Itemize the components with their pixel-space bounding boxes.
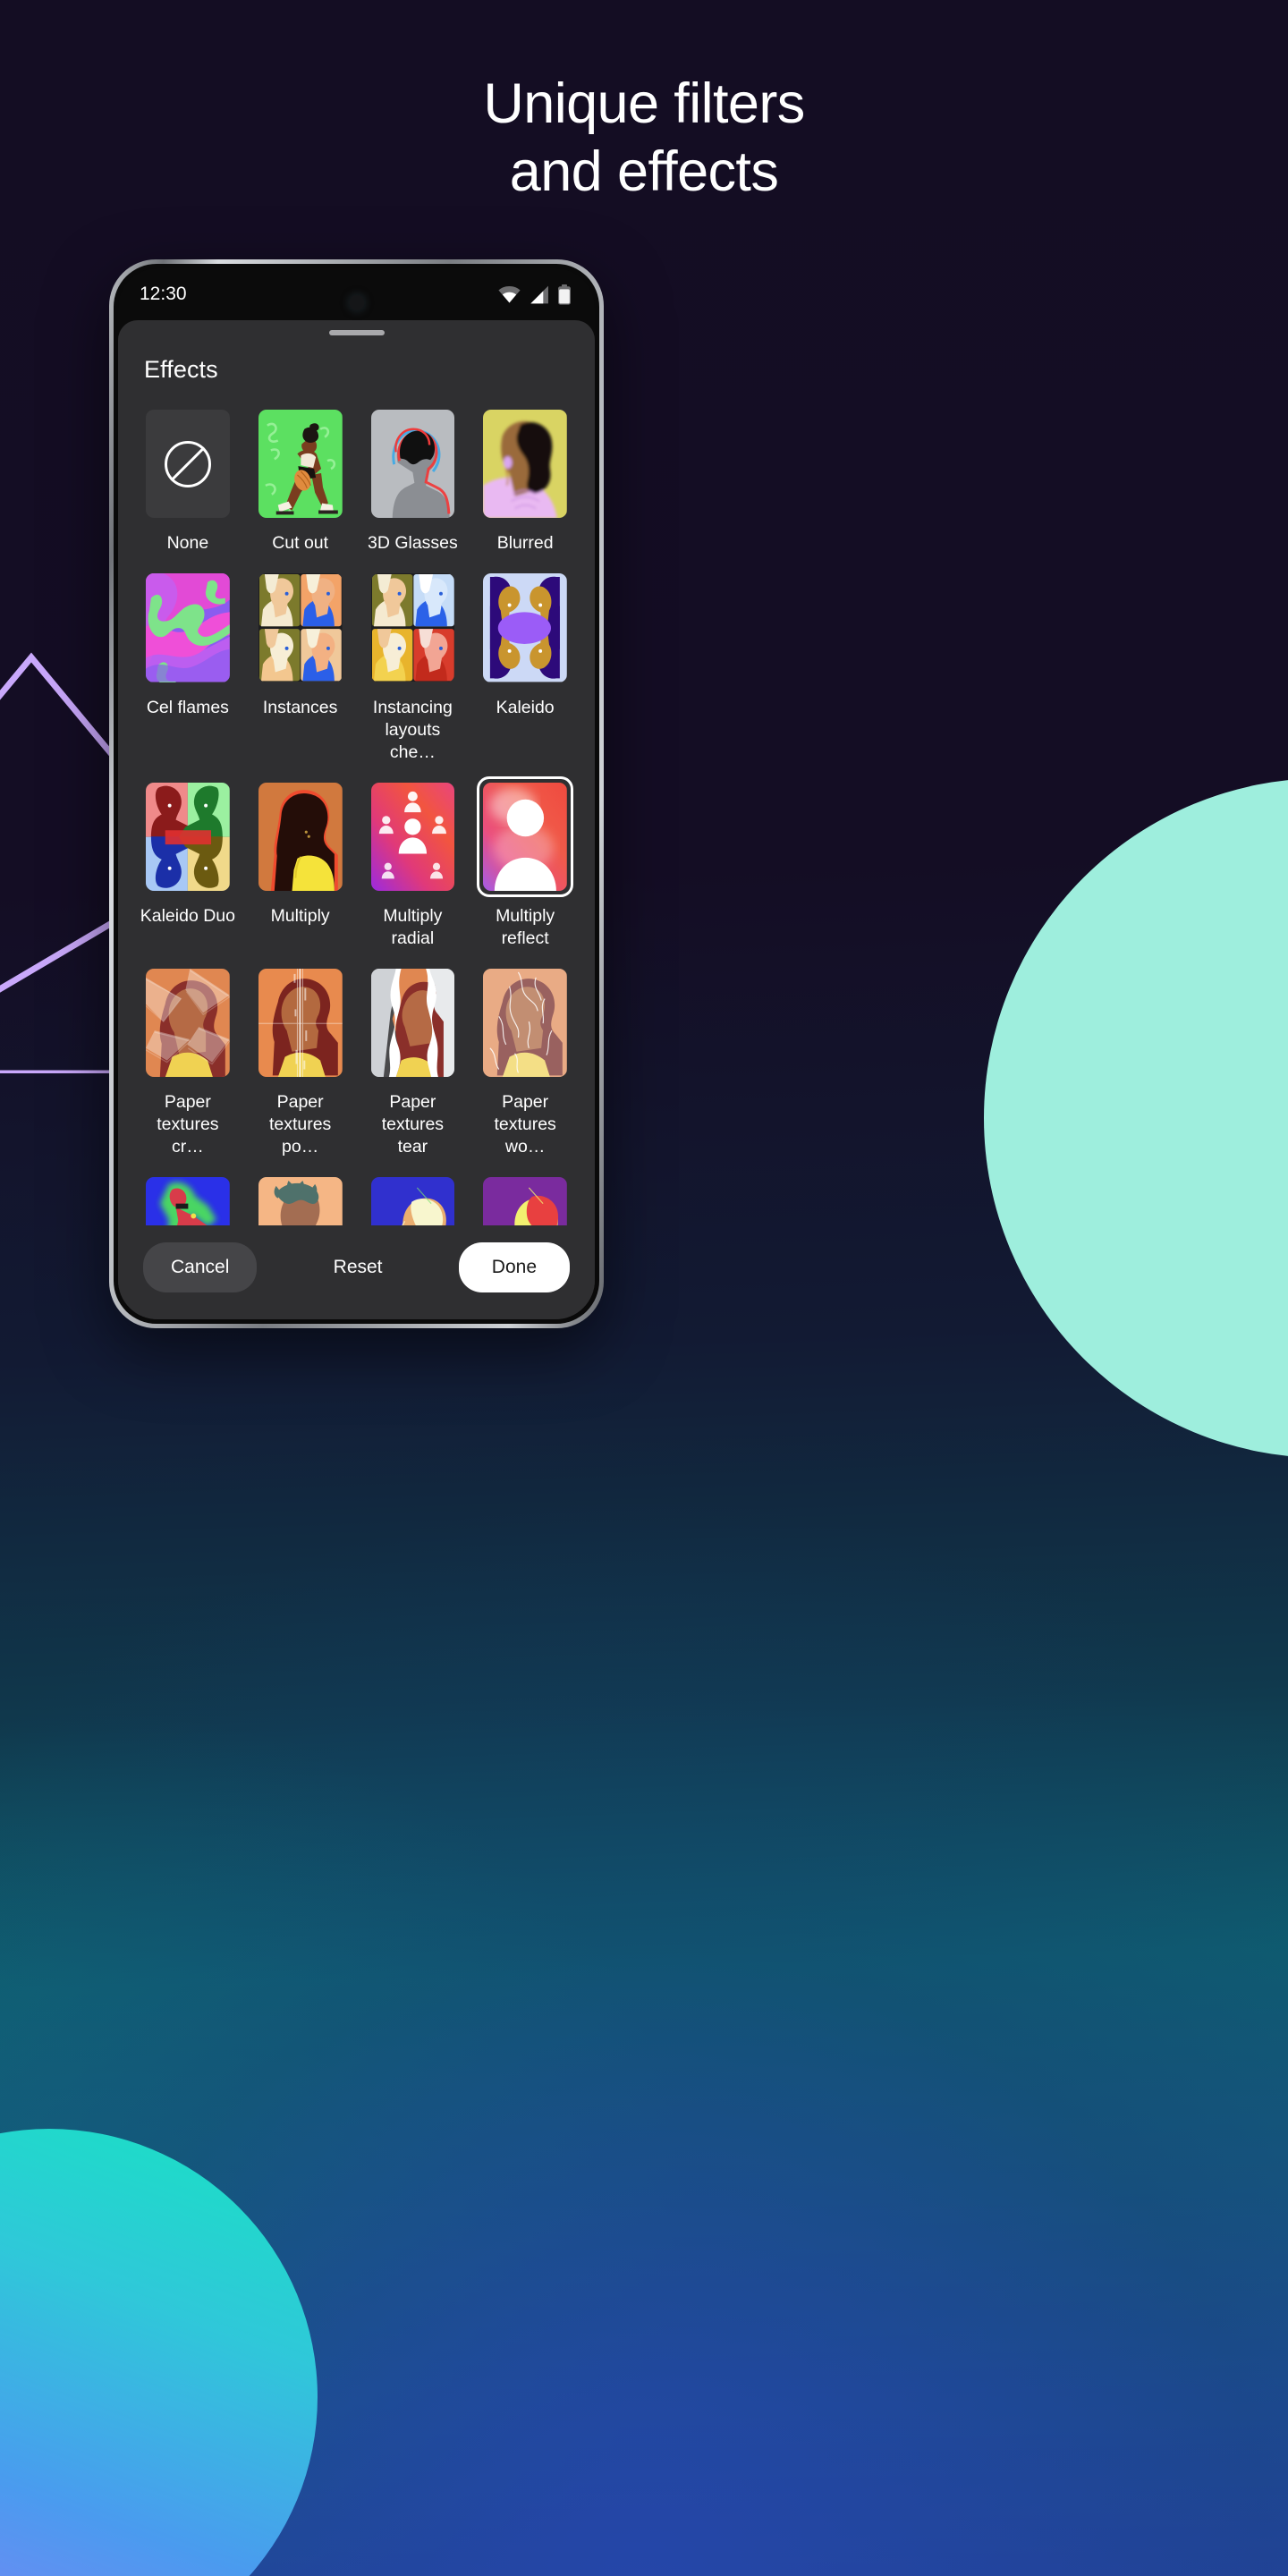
effect-thumbnail-thermal-heat (370, 1177, 455, 1225)
effect-label-instancing-layouts: Instancing layouts che… (372, 697, 453, 762)
effect-thumbnail-hit-multiply-reflect[interactable] (477, 775, 573, 897)
effect-item-instances[interactable]: Instances (252, 567, 349, 768)
effect-label-blurred: Blurred (496, 533, 554, 554)
cancel-button[interactable]: Cancel (143, 1241, 258, 1292)
phone-bezel: 12:30 Effects None Cut out 3D Glasses Bl… (114, 264, 599, 1324)
effect-item-blurred[interactable]: Blurred (477, 403, 573, 560)
effect-item-instancing-layouts[interactable]: Instancing layouts che… (365, 567, 462, 768)
effect-thumbnail-hit-multiply-radial[interactable] (365, 776, 462, 897)
effect-thumbnail-rgb-pulse (146, 1177, 230, 1225)
effect-thumbnail-hit-thermal-heat[interactable] (365, 1171, 462, 1225)
effect-item-multiply-reflect[interactable]: Multiply reflect (477, 775, 573, 955)
effect-thumbnail-hit-paper-tear[interactable] (365, 962, 462, 1083)
effect-thumbnail-hit-none[interactable] (140, 403, 236, 524)
effect-thumbnail-kaleido-duo (146, 782, 230, 891)
effect-thumbnail-hit-paper-worn[interactable] (477, 962, 573, 1083)
cellular-signal-icon (530, 285, 548, 303)
page-title: Unique filters and effects (0, 70, 1288, 206)
effect-thumbnail-hit-teal-orange[interactable] (252, 1171, 349, 1225)
effect-label-3d-glasses: 3D Glasses (367, 533, 458, 554)
effect-thumbnail-none (146, 410, 230, 519)
no-effect-icon (164, 440, 211, 487)
effect-label-cel-flames: Cel flames (146, 697, 229, 717)
effect-item-cut-out[interactable]: Cut out (252, 403, 349, 560)
effect-item-kaleido-duo[interactable]: Kaleido Duo (140, 776, 236, 955)
effect-thumbnail-multiply-radial (370, 782, 455, 891)
effect-thumbnail-hit-kaleido-duo[interactable] (140, 776, 236, 897)
effect-label-multiply-radial: Multiply radial (383, 905, 443, 948)
effect-label-paper-fold: Paper textures po… (268, 1092, 332, 1157)
effect-item-teal-orange[interactable]: Teal and orange (252, 1171, 349, 1225)
status-bar: 12:30 (118, 268, 595, 320)
effect-thumbnail-hit-paper-fold[interactable] (252, 962, 349, 1083)
effect-label-kaleido-duo: Kaleido Duo (140, 905, 235, 926)
effect-thumbnail-hit-kaleido[interactable] (477, 567, 573, 688)
effect-label-cut-out: Cut out (272, 533, 329, 554)
effect-thumbnail-cel-flames (146, 573, 230, 682)
effect-label-paper-tear: Paper textures tear (381, 1092, 445, 1157)
front-camera-icon (349, 295, 364, 310)
effect-label-kaleido: Kaleido (496, 697, 555, 717)
effect-thumbnail-hit-instances[interactable] (252, 567, 349, 688)
wifi-icon (498, 285, 521, 302)
effects-bottom-sheet: Effects None Cut out 3D Glasses Blurred … (118, 320, 595, 1319)
effect-thumbnail-thermal-infrared (483, 1177, 567, 1225)
effect-item-multiply-radial[interactable]: Multiply radial (365, 776, 462, 955)
effect-thumbnail-hit-instancing-layouts[interactable] (365, 567, 462, 688)
effect-thumbnail-hit-thermal-infrared[interactable] (477, 1171, 573, 1225)
effect-thumbnail-hit-paper-crumple[interactable] (140, 962, 236, 1083)
effects-grid: None Cut out 3D Glasses Blurred Cel flam… (140, 403, 573, 1225)
effect-thumbnail-hit-cel-flames[interactable] (140, 567, 236, 688)
effect-item-3d-glasses[interactable]: 3D Glasses (365, 403, 462, 560)
effect-thumbnail-hit-multiply[interactable] (252, 776, 349, 897)
action-bar: Cancel Reset Done (118, 1225, 595, 1319)
phone-screen: 12:30 Effects None Cut out 3D Glasses Bl… (118, 268, 595, 1319)
effect-label-multiply: Multiply (270, 905, 330, 926)
effects-scroll-area[interactable]: None Cut out 3D Glasses Blurred Cel flam… (118, 384, 595, 1225)
effect-thumbnail-cut-out (258, 410, 343, 519)
effect-thumbnail-blurred (483, 410, 567, 519)
phone-mockup: 12:30 Effects None Cut out 3D Glasses Bl… (109, 259, 604, 1328)
effect-thumbnail-hit-cut-out[interactable] (252, 403, 349, 524)
effect-thumbnail-paper-tear (370, 968, 455, 1078)
effect-thumbnail-hit-blurred[interactable] (477, 403, 573, 524)
effect-label-paper-crumple: Paper textures cr… (157, 1092, 219, 1157)
effect-thumbnail-paper-fold (258, 968, 343, 1078)
effect-thumbnail-instancing-layouts (370, 573, 455, 682)
battery-icon (557, 284, 572, 305)
status-time: 12:30 (140, 284, 187, 304)
reset-button[interactable]: Reset (325, 1242, 392, 1292)
page-title-line-2: and effects (509, 140, 779, 204)
effect-label-none: None (166, 533, 209, 554)
effect-thumbnail-multiply-reflect (483, 782, 567, 891)
effect-label-paper-worn: Paper textures wo… (494, 1092, 556, 1157)
effect-item-kaleido[interactable]: Kaleido (477, 567, 573, 768)
effect-thumbnail-instances (258, 573, 343, 682)
effect-label-multiply-reflect: Multiply reflect (496, 905, 555, 948)
effect-thumbnail-teal-orange (258, 1177, 343, 1225)
status-icons (498, 284, 572, 305)
effect-thumbnail-3d-glasses (370, 410, 455, 519)
effect-thumbnail-hit-rgb-pulse[interactable] (140, 1171, 236, 1225)
effect-item-multiply[interactable]: Multiply (252, 776, 349, 955)
effect-item-none[interactable]: None (140, 403, 236, 560)
effect-label-instances: Instances (262, 697, 338, 717)
effect-item-cel-flames[interactable]: Cel flames (140, 567, 236, 768)
effect-item-paper-fold[interactable]: Paper textures po… (252, 962, 349, 1164)
effect-thumbnail-hit-3d-glasses[interactable] (365, 403, 462, 524)
sheet-title: Effects (144, 356, 218, 383)
effect-thumbnail-multiply (258, 782, 343, 891)
effect-item-paper-crumple[interactable]: Paper textures cr… (140, 962, 236, 1164)
effect-thumbnail-kaleido (483, 573, 567, 682)
effect-item-rgb-pulse[interactable]: RGB pulse (140, 1171, 236, 1225)
effect-item-thermal-heat[interactable]: Thermal heat vision (365, 1171, 462, 1225)
done-button[interactable]: Done (458, 1241, 570, 1292)
page-title-line-1: Unique filters (483, 72, 805, 135)
effect-item-paper-tear[interactable]: Paper textures tear (365, 962, 462, 1164)
effect-thumbnail-paper-worn (483, 968, 567, 1078)
effect-item-thermal-infrared[interactable]: Thermal infrared visi… (477, 1171, 573, 1225)
effect-thumbnail-paper-crumple (146, 968, 230, 1078)
effect-item-paper-worn[interactable]: Paper textures wo… (477, 962, 573, 1164)
